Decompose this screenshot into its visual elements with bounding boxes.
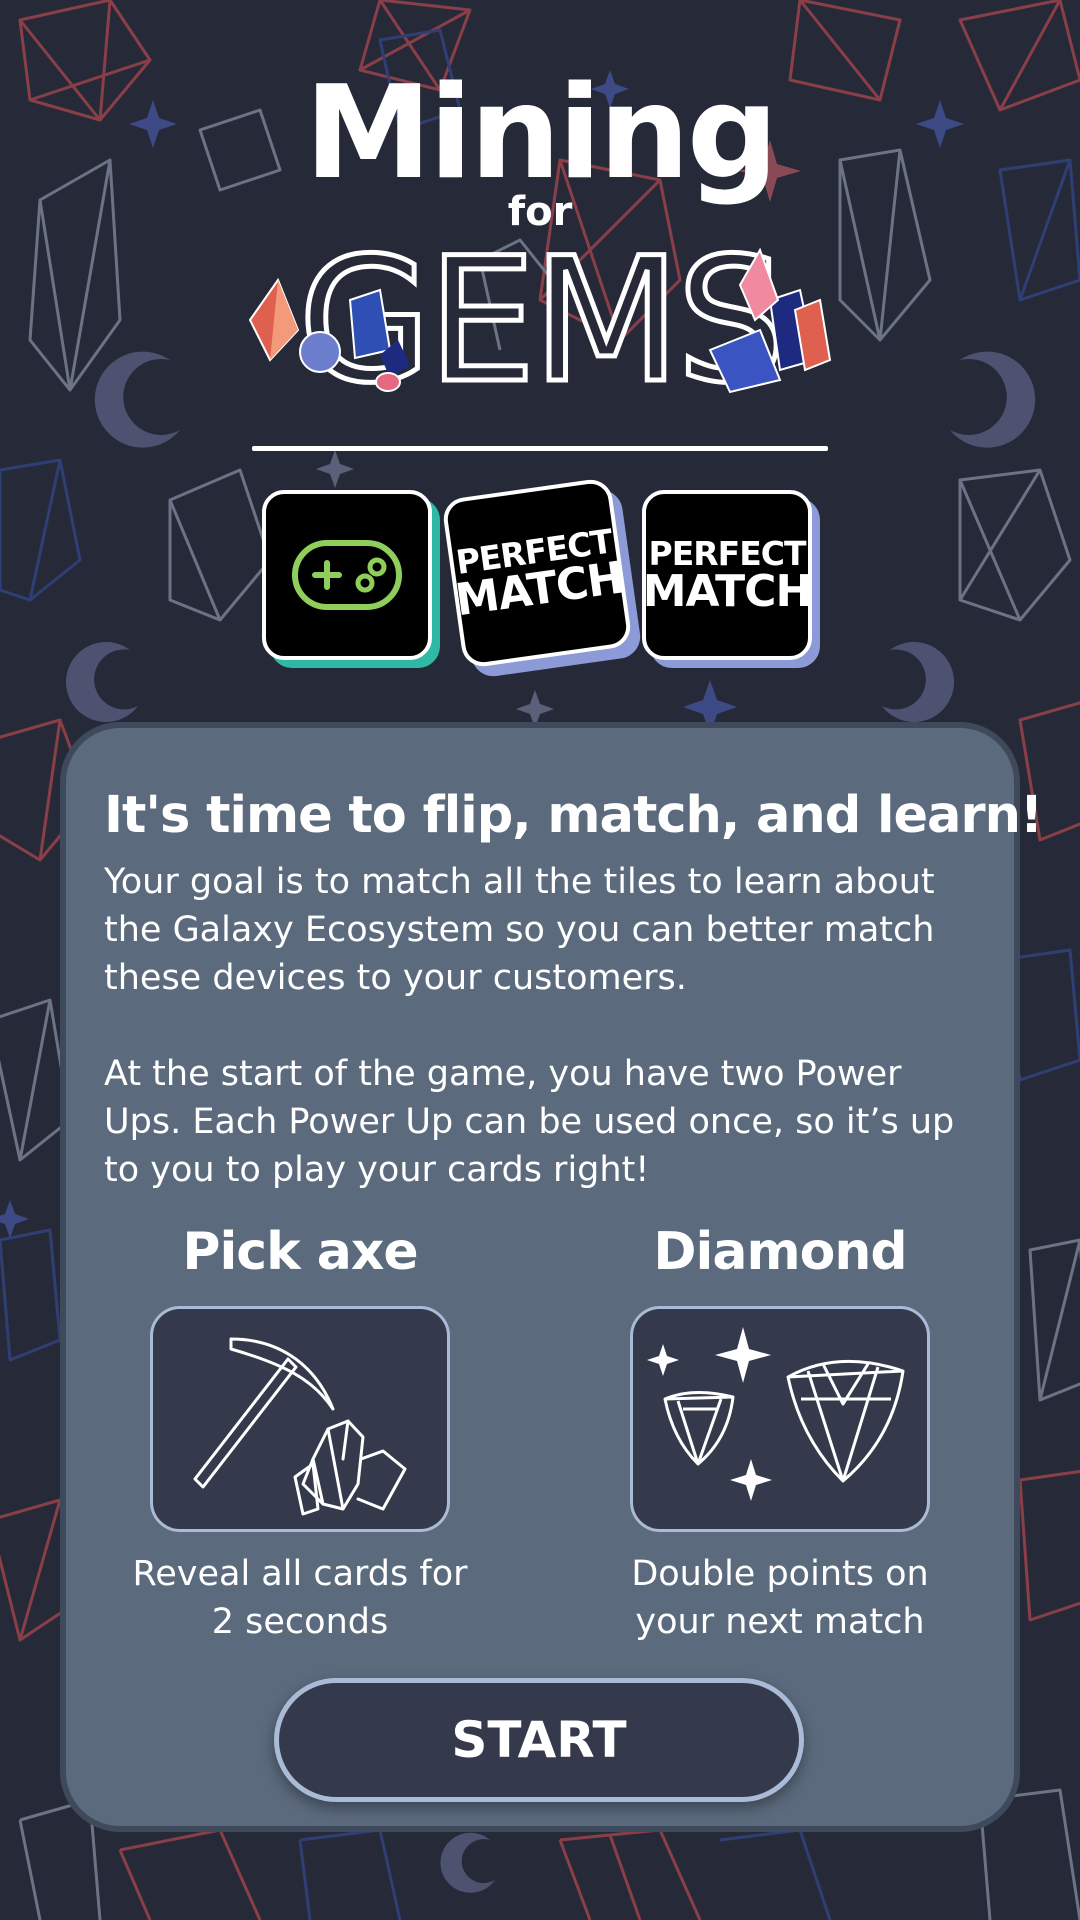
perfect-match-logo: PERFECT MATCH <box>642 533 813 617</box>
pickaxe-icon <box>193 1337 407 1516</box>
tile-gamepad <box>262 490 432 660</box>
tile-perfect-match: PERFECT MATCH <box>642 490 812 660</box>
powerup-diamond-description: Double points on your next match <box>631 1554 929 1642</box>
gamepad-icon <box>292 540 402 610</box>
instructions-heading: It's time to flip, match, and learn! <box>104 786 1043 845</box>
perfect-match-logo: PERFECT MATCH <box>448 521 626 626</box>
tile-text-perfect: PERFECT <box>648 533 807 573</box>
title-divider <box>252 446 828 451</box>
instructions-paragraph-goal: Your goal is to match all the tiles to l… <box>104 862 935 998</box>
powerup-pickaxe-card <box>150 1306 450 1532</box>
powerup-pickaxe-title: Pick axe <box>182 1222 418 1282</box>
start-button[interactable]: START <box>274 1678 804 1802</box>
title-gems-logo: GEMS <box>248 230 832 410</box>
powerup-diamond-title: Diamond <box>653 1222 907 1282</box>
powerup-pickaxe-description: Reveal all cards for 2 seconds <box>132 1554 468 1642</box>
tile-perfect-match-tilted: PERFECT MATCH <box>440 476 634 670</box>
diamond-icon <box>647 1327 905 1501</box>
tile-text-match: MATCH <box>642 565 813 617</box>
powerup-diamond-card <box>630 1306 930 1532</box>
title-mining: Mining <box>304 59 779 208</box>
instructions-paragraph-powerups: At the start of the game, you have two P… <box>104 1054 955 1190</box>
title-for: for <box>507 189 573 235</box>
